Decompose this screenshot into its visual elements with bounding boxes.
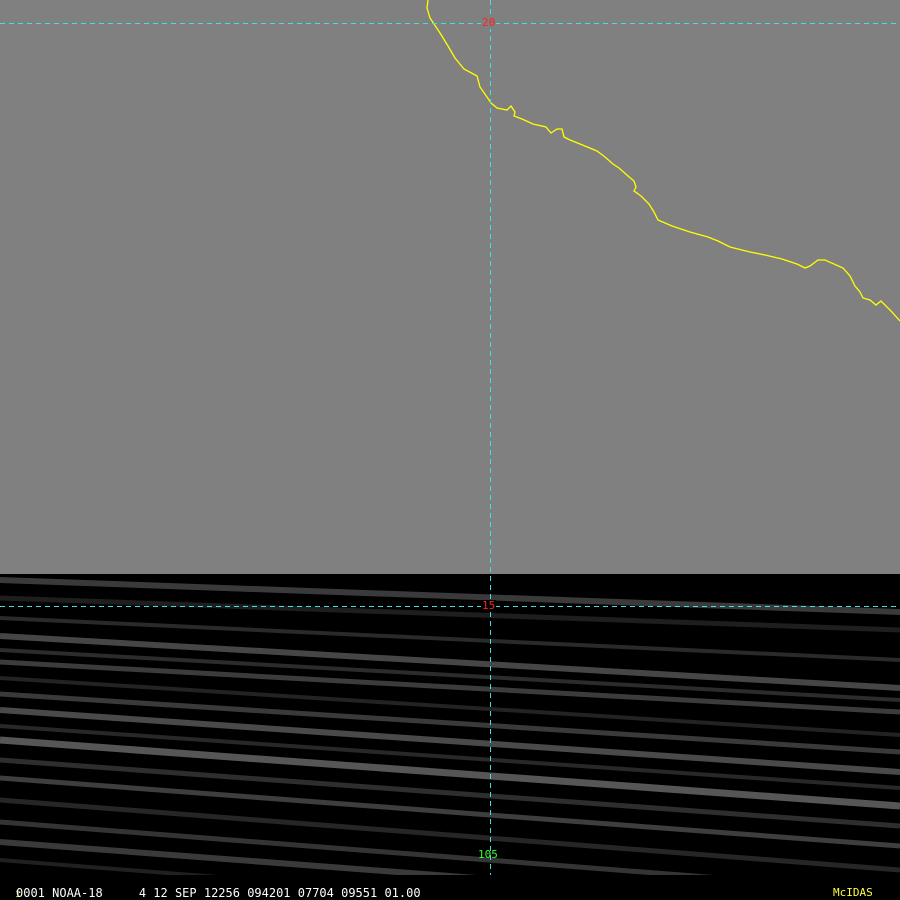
lat-label-20: 20 <box>481 16 497 29</box>
image-info-text: 0001 NOAA-18 4 12 SEP 12256 094201 07704… <box>16 886 421 900</box>
satellite-map <box>0 0 900 900</box>
lon-label-105: 105 <box>478 848 498 861</box>
mcidas-image-frame: 20 15 105 1 0001 NOAA-18 4 12 SEP 12256 … <box>0 0 900 900</box>
lat-label-15: 15 <box>481 599 497 612</box>
land-region <box>0 0 900 574</box>
mcidas-brand: McIDAS <box>833 886 873 899</box>
